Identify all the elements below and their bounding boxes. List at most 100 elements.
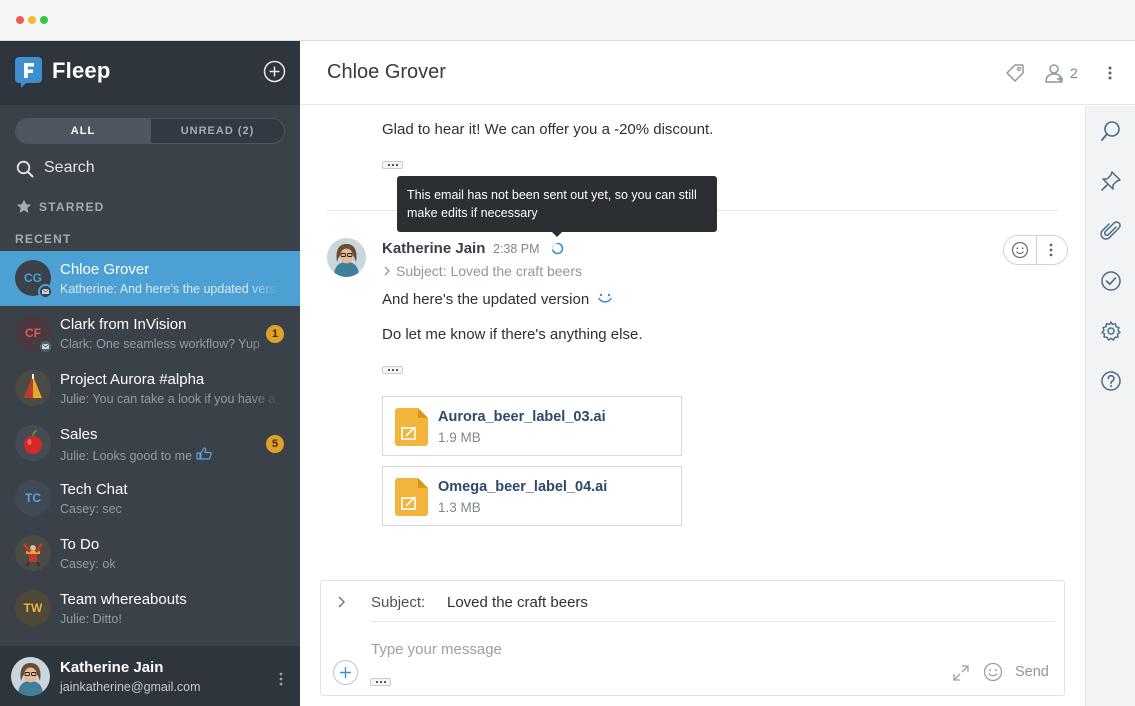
avatar: [15, 535, 51, 571]
current-user[interactable]: Katherine Jain jainkatherine@gmail.com: [0, 646, 300, 706]
conversation-name: Tech Chat: [60, 481, 128, 498]
current-user-name: Katherine Jain: [60, 659, 164, 676]
conversation-item[interactable]: CF Clark from InVision Clark: One seamless…: [0, 306, 300, 361]
avatar: TW: [15, 590, 51, 626]
logo-text: Fleep: [52, 58, 111, 83]
conversation-snippet: Julie: You can take a look if you have a…: [60, 392, 278, 406]
conversation-name: To Do: [60, 536, 100, 553]
conversation-snippet: Casey: sec: [60, 502, 122, 516]
conversation-item[interactable]: Project Aurora #alpha Julie: You can take…: [0, 361, 300, 416]
maximize-window-button[interactable]: [40, 16, 48, 24]
app-window: Fleep ALL UNREAD (2) Search STARRED RECE…: [0, 0, 1135, 706]
message-time: 2:38 PM: [493, 242, 540, 256]
chevron-right-icon[interactable]: [335, 595, 347, 609]
message-actions: [1003, 235, 1068, 265]
settings-gear-icon[interactable]: [1100, 320, 1122, 342]
minimize-window-button[interactable]: [28, 16, 36, 24]
show-more-button[interactable]: [382, 366, 403, 374]
members-icon[interactable]: [1044, 63, 1066, 83]
tab-all[interactable]: ALL: [16, 119, 150, 143]
message-composer: Subject: Loved the craft beers Send: [320, 580, 1065, 696]
message-sender: Katherine Jain: [382, 240, 486, 257]
file-size: 1.3 MB: [438, 500, 481, 515]
message-text: Do let me know if there's anything else.: [382, 326, 643, 343]
conversation-snippet: Clark: One seamless workflow? Yup: [60, 337, 260, 351]
emoji-icon[interactable]: [1011, 241, 1029, 259]
unread-badge: 1: [266, 325, 284, 343]
show-more-button[interactable]: [382, 161, 403, 169]
conversation-item[interactable]: CG Chloe Grover Katherine: And here's the …: [0, 251, 300, 306]
add-attachment-icon[interactable]: [333, 660, 358, 685]
avatar: [11, 657, 50, 696]
emoji-icon[interactable]: [983, 662, 1003, 682]
conversation-item[interactable]: Sales Julie: Looks good to me 5: [0, 416, 300, 471]
conversation-name: Project Aurora #alpha: [60, 371, 205, 388]
file-attachment[interactable]: Omega_beer_label_04.ai 1.3 MB: [382, 466, 682, 526]
pin-icon[interactable]: [1100, 170, 1122, 192]
window-titlebar: [0, 0, 1135, 41]
conversation-name: Team whereabouts: [60, 591, 187, 608]
snippet-fade: [248, 499, 280, 519]
expand-icon[interactable]: [952, 664, 970, 682]
message-text: And here's the updated version: [382, 291, 613, 308]
file-icon: [395, 478, 428, 516]
message-subject-text: Subject: Loved the craft beers: [396, 263, 582, 279]
new-conversation-icon[interactable]: [263, 60, 286, 83]
members-count: 2: [1070, 65, 1078, 81]
more-vertical-icon[interactable]: [276, 670, 286, 688]
fleep-logo-icon: [15, 57, 42, 88]
current-user-email: jainkatherine@gmail.com: [60, 680, 201, 694]
file-attachment[interactable]: Aurora_beer_label_03.ai 1.9 MB: [382, 396, 682, 456]
tag-icon[interactable]: [1005, 63, 1025, 83]
conversation-item[interactable]: TC Tech Chat Casey: sec: [0, 471, 300, 526]
star-icon: [16, 199, 32, 213]
conversation-snippet: Julie: Looks good to me: [60, 447, 278, 463]
send-button[interactable]: Send: [1015, 664, 1049, 680]
more-vertical-icon[interactable]: [1105, 63, 1115, 83]
chevron-right-icon: [384, 266, 390, 276]
conversation-item[interactable]: TW Team whereabouts Julie: Ditto!: [0, 581, 300, 636]
task-check-icon[interactable]: [1100, 270, 1122, 292]
right-toolbar: [1085, 106, 1135, 706]
avatar: [327, 238, 366, 277]
show-more-button[interactable]: [370, 678, 391, 686]
search-label: Search: [44, 159, 95, 176]
conversation-item[interactable]: To Do Casey: ok: [0, 526, 300, 581]
filter-segmented-control: ALL UNREAD (2): [15, 118, 285, 144]
divider: [1036, 236, 1037, 264]
sidebar-search[interactable]: Search: [16, 158, 276, 182]
subject-label: Subject:: [371, 594, 426, 611]
avatar: [15, 370, 51, 406]
file-size: 1.9 MB: [438, 430, 481, 445]
conversation-snippet: Julie: Ditto!: [60, 612, 122, 626]
email-icon: [38, 284, 53, 299]
help-icon[interactable]: [1100, 370, 1122, 392]
sending-spinner-icon[interactable]: [551, 242, 564, 255]
search-icon[interactable]: [1100, 120, 1122, 142]
conversation-name: Sales: [60, 426, 98, 443]
message-line-1: And here's the updated version: [382, 291, 590, 308]
message-input[interactable]: [371, 638, 931, 660]
conversation-snippet: Katherine: And here's the updated versio…: [60, 282, 278, 296]
more-vertical-icon[interactable]: [1047, 242, 1055, 258]
snippet-fade: [248, 609, 280, 629]
file-name: Aurora_beer_label_03.ai: [438, 409, 606, 425]
unread-badge: 5: [266, 435, 284, 453]
page-title: Chloe Grover: [327, 61, 446, 83]
message-subject[interactable]: Subject: Loved the craft beers: [382, 263, 582, 279]
conversation-snippet: Casey: ok: [60, 557, 116, 571]
subject-field[interactable]: Loved the craft beers: [447, 594, 588, 611]
attachment-icon[interactable]: [1100, 220, 1122, 242]
starred-label: STARRED: [39, 200, 105, 214]
smile-emoji-icon: [598, 293, 613, 303]
avatar: [327, 106, 366, 108]
sidebar-header: Fleep: [0, 41, 300, 105]
close-window-button[interactable]: [16, 16, 24, 24]
thumbs-up-icon: [196, 447, 212, 460]
tab-unread[interactable]: UNREAD (2): [150, 119, 284, 143]
divider: [371, 621, 1055, 622]
message-text: Glad to hear it! We can offer you a -20%…: [382, 121, 714, 138]
tooltip: This email has not been sent out yet, so…: [397, 176, 717, 237]
avatar: [15, 425, 51, 461]
sidebar: Fleep ALL UNREAD (2) Search STARRED RECE…: [0, 41, 300, 706]
